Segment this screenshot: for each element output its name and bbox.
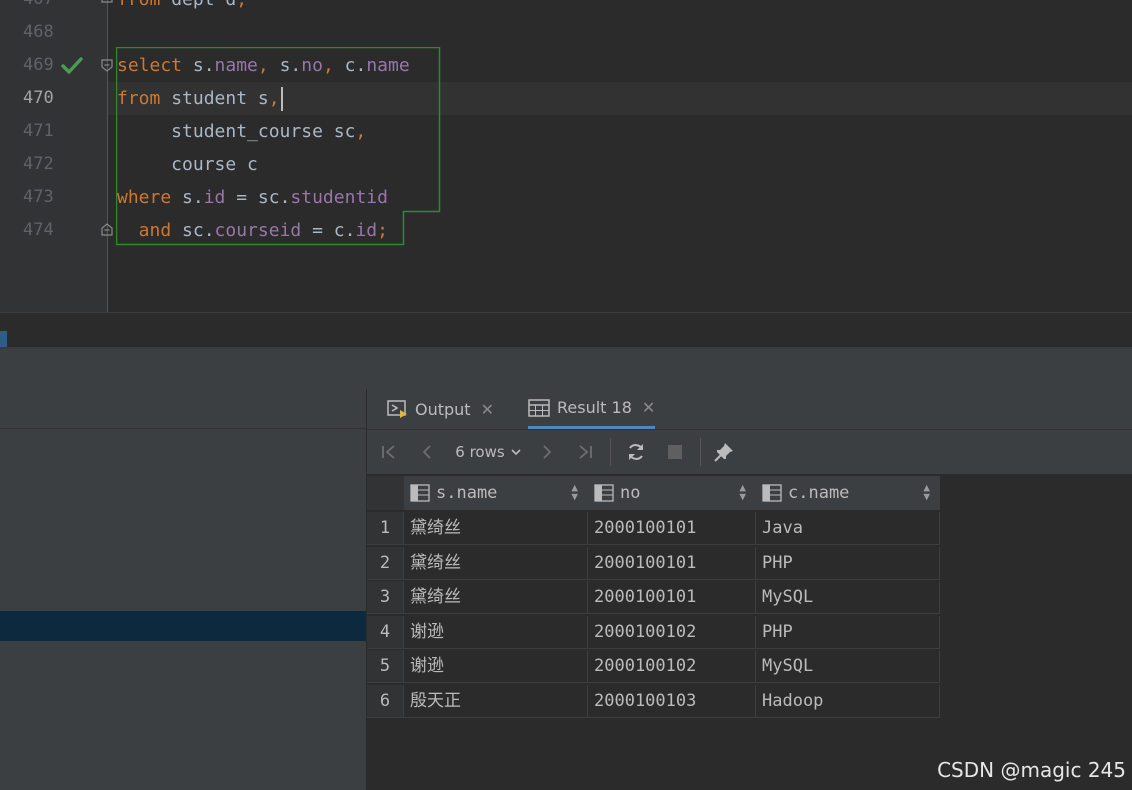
column-header-label: no (620, 483, 641, 503)
sort-arrows-icon[interactable]: ▲ ▼ (739, 482, 746, 502)
next-page-icon[interactable] (535, 430, 559, 474)
column-icon (410, 484, 430, 502)
column-header-no[interactable]: no ▲ ▼ (588, 476, 757, 510)
cell-c-name[interactable]: Java (756, 512, 940, 545)
table-row[interactable]: 2 黛绮丝 2000100101 PHP (367, 546, 940, 581)
fold-start-icon[interactable] (101, 59, 113, 72)
output-console-icon (387, 400, 407, 418)
line-number: 473 (23, 187, 54, 207)
current-query-outline (116, 47, 441, 246)
fold-end-icon[interactable] (101, 223, 113, 236)
last-page-icon[interactable] (573, 430, 597, 474)
row-number[interactable]: 1 (367, 512, 404, 545)
close-tab-icon[interactable]: ✕ (481, 400, 494, 419)
line-number: 467 (23, 0, 63, 16)
line-number: 472 (23, 154, 54, 174)
tab-output-label: Output (415, 399, 471, 419)
cell-s-name[interactable]: 谢逊 (404, 650, 588, 683)
row-number[interactable]: 2 (367, 546, 404, 580)
services-tool-window: Output ✕ Result 18 ✕ 6 rows s.name ▲ ▼ n… (0, 349, 1132, 790)
row-number[interactable]: 6 (367, 684, 404, 718)
table-row[interactable]: 3 黛绮丝 2000100101 MySQL (367, 581, 940, 615)
rows-count-dropdown[interactable]: 6 rows (453, 430, 525, 474)
line-number: 468 (23, 22, 54, 42)
cell-c-name[interactable]: PHP (756, 546, 940, 580)
result-tabs: Output ✕ Result 18 ✕ (367, 389, 1132, 429)
first-page-icon[interactable] (377, 430, 401, 474)
line-number: 474 (23, 220, 54, 240)
cell-c-name[interactable]: MySQL (756, 581, 940, 614)
editor-bottom-bar (0, 312, 1132, 349)
line-number-current: 470 (23, 88, 54, 108)
column-header-label: s.name (436, 483, 498, 503)
cell-c-name[interactable]: Hadoop (756, 684, 940, 718)
gutter-separator (107, 0, 108, 312)
line-number: 471 (23, 121, 54, 141)
cell-s-name[interactable]: 谢逊 (404, 615, 588, 649)
tab-result-label: Result 18 (557, 398, 632, 417)
line-number-gutter: 467 468 469 470 471 472 473 474 (7, 0, 107, 312)
sort-arrows-icon[interactable]: ▲ ▼ (571, 482, 578, 502)
fold-marker-icon[interactable] (101, 0, 113, 7)
column-icon (594, 484, 614, 502)
code-line[interactable]: from dept d; (117, 0, 247, 16)
previous-page-icon[interactable] (415, 430, 439, 474)
cell-no[interactable]: 2000100101 (588, 581, 756, 614)
cell-c-name[interactable]: PHP (756, 615, 940, 649)
column-header-label: c.name (788, 483, 850, 503)
column-header-c-name[interactable]: c.name ▲ ▼ (756, 476, 941, 510)
watermark: CSDN @magic 245 (937, 758, 1126, 782)
result-toolbar: 6 rows (367, 429, 1132, 475)
result-grid[interactable]: s.name ▲ ▼ no ▲ ▼ c.name ▲ ▼ 1 黛绮丝 20001001 (367, 474, 1132, 790)
tab-output[interactable]: Output ✕ (387, 389, 494, 429)
refresh-icon[interactable] (623, 430, 649, 474)
cell-no[interactable]: 2000100103 (588, 684, 756, 718)
editor-left-strip (0, 0, 7, 312)
table-grid-icon (528, 398, 550, 417)
cell-s-name[interactable]: 黛绮丝 (404, 546, 588, 580)
table-row[interactable]: 1 黛绮丝 2000100101 Java (367, 512, 940, 546)
column-icon (762, 484, 782, 502)
row-number[interactable]: 4 (367, 615, 404, 649)
cell-no[interactable]: 2000100102 (588, 650, 756, 683)
services-tree-panel[interactable] (0, 349, 366, 790)
cell-s-name[interactable]: 殷天正 (404, 684, 588, 718)
sort-arrows-icon[interactable]: ▲ ▼ (923, 482, 930, 502)
cell-s-name[interactable]: 黛绮丝 (404, 512, 588, 545)
table-row[interactable]: 5 谢逊 2000100102 MySQL (367, 650, 940, 684)
cell-no[interactable]: 2000100101 (588, 546, 756, 580)
row-number[interactable]: 3 (367, 581, 404, 614)
cell-no[interactable]: 2000100102 (588, 615, 756, 649)
cell-s-name[interactable]: 黛绮丝 (404, 581, 588, 614)
row-number[interactable]: 5 (367, 650, 404, 683)
execution-success-check-icon (61, 57, 83, 74)
sql-editor[interactable]: 467 468 469 470 471 472 473 474 from dep… (0, 0, 1132, 312)
pin-icon[interactable] (711, 430, 737, 474)
line-number: 469 (23, 55, 54, 75)
stop-icon[interactable] (663, 430, 687, 474)
table-row[interactable]: 4 谢逊 2000100102 PHP (367, 615, 940, 650)
table-row[interactable]: 6 殷天正 2000100103 Hadoop (367, 684, 940, 719)
cell-c-name[interactable]: MySQL (756, 650, 940, 683)
tab-result[interactable]: Result 18 ✕ (528, 389, 656, 429)
column-header-s-name[interactable]: s.name ▲ ▼ (404, 476, 589, 510)
grid-corner[interactable] (367, 476, 405, 510)
rows-count-label: 6 rows (455, 443, 505, 461)
close-tab-icon[interactable]: ✕ (642, 398, 655, 417)
selected-tree-node[interactable] (0, 611, 366, 641)
cell-no[interactable]: 2000100101 (588, 512, 756, 545)
chevron-down-icon (511, 449, 521, 456)
